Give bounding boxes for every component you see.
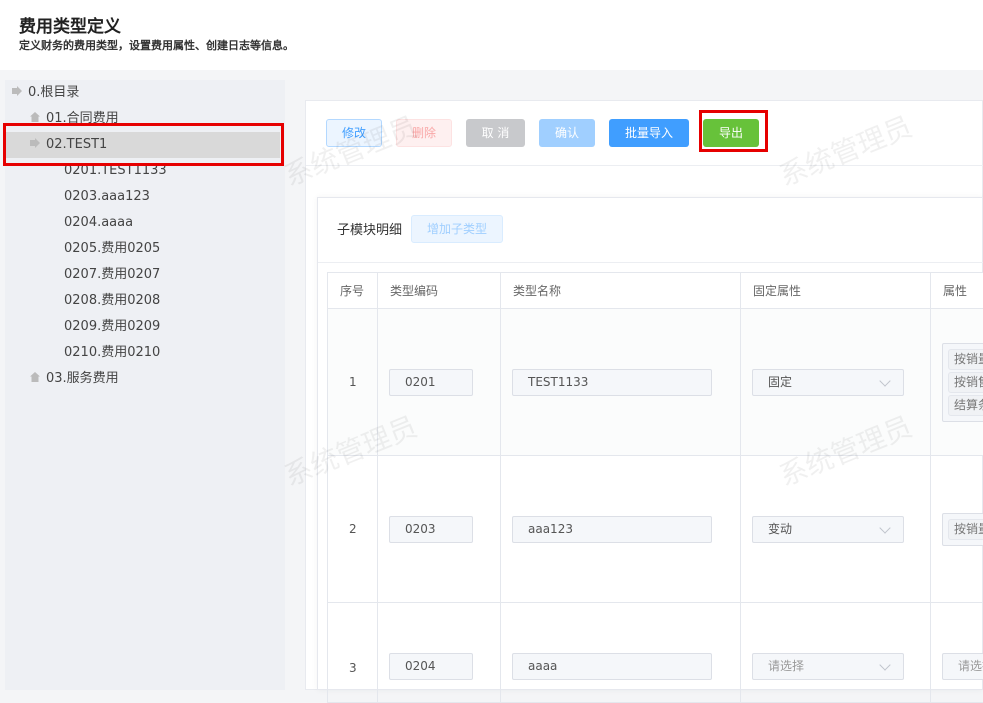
cancel-button[interactable]: 取 消 bbox=[466, 119, 525, 147]
fixed-attr-select[interactable]: 固定 bbox=[752, 369, 904, 396]
col-header-code: 类型编码 bbox=[378, 273, 501, 309]
tree-node-root[interactable]: 0.根目录 bbox=[12, 80, 79, 106]
select-value: 变动 bbox=[768, 522, 792, 536]
tree-node-0208[interactable]: 0208.费用0208 bbox=[64, 288, 160, 314]
fixed-attr-select[interactable]: 变动 bbox=[752, 516, 904, 543]
tree-node-0209[interactable]: 0209.费用0209 bbox=[64, 314, 160, 340]
code-input[interactable]: 0204 bbox=[389, 653, 473, 680]
row-no: 2 bbox=[328, 456, 378, 603]
subtype-table: 序号 类型编码 类型名称 固定属性 属性 1 0201 TEST1133 固定 … bbox=[327, 272, 983, 703]
attr-tag: 按销售 bbox=[948, 372, 983, 393]
name-input[interactable]: aaaa bbox=[512, 653, 712, 680]
code-input[interactable]: 0201 bbox=[389, 369, 473, 396]
attrs-multiselect[interactable]: 按销量 按销售 结算条 bbox=[942, 343, 983, 422]
select-value: 固定 bbox=[768, 375, 792, 389]
divider bbox=[306, 165, 983, 166]
col-header-name: 类型名称 bbox=[501, 273, 741, 309]
submodule-label: 子模块明细 bbox=[337, 219, 402, 238]
tree-node-0204[interactable]: 0204.aaaa bbox=[64, 210, 133, 236]
divider bbox=[318, 262, 983, 263]
page-header: 费用类型定义 定义财务的费用类型，设置费用属性、创建日志等信息。 bbox=[0, 0, 983, 70]
tree-node-0205[interactable]: 0205.费用0205 bbox=[64, 236, 160, 262]
folder-icon bbox=[30, 372, 40, 382]
row-no: 3 bbox=[328, 603, 378, 703]
page-title: 费用类型定义 bbox=[19, 12, 121, 37]
tree-node-label: 0.根目录 bbox=[28, 85, 79, 100]
attr-tag: 按销量 bbox=[948, 519, 983, 540]
col-header-attrs: 属性 bbox=[931, 273, 983, 309]
page-subtitle: 定义财务的费用类型，设置费用属性、创建日志等信息。 bbox=[19, 37, 294, 53]
table-row: 1 0201 TEST1133 固定 按销量 按销售 结算条 bbox=[328, 309, 983, 456]
select-placeholder: 请选择 bbox=[768, 659, 804, 673]
row-no: 1 bbox=[328, 309, 378, 456]
code-input[interactable]: 0203 bbox=[389, 516, 473, 543]
attrs-multiselect[interactable]: 请选择 bbox=[942, 653, 983, 680]
delete-button[interactable]: 删除 bbox=[396, 119, 452, 147]
select-placeholder: 请选择 bbox=[958, 659, 983, 673]
add-subtype-button[interactable]: 增加子类型 bbox=[411, 215, 503, 243]
col-header-fixed: 固定属性 bbox=[741, 273, 931, 309]
tree-node-0207[interactable]: 0207.费用0207 bbox=[64, 262, 160, 288]
tree-node-label: 03.服务费用 bbox=[46, 371, 119, 386]
edit-button[interactable]: 修改 bbox=[326, 119, 382, 147]
highlight-box bbox=[3, 123, 284, 166]
folder-icon bbox=[30, 112, 40, 122]
table-row: 2 0203 aaa123 变动 按销量 bbox=[328, 456, 983, 603]
batch-import-button[interactable]: 批量导入 bbox=[609, 119, 689, 147]
table-header-row: 序号 类型编码 类型名称 固定属性 属性 bbox=[328, 273, 983, 309]
col-header-no: 序号 bbox=[328, 273, 378, 309]
attr-tag: 结算条 bbox=[948, 395, 983, 416]
confirm-button[interactable]: 确认 bbox=[539, 119, 595, 147]
expand-arrow-icon bbox=[12, 86, 22, 96]
name-input[interactable]: aaa123 bbox=[512, 516, 712, 543]
attr-tag: 按销量 bbox=[948, 349, 983, 370]
tree-node-0210[interactable]: 0210.费用0210 bbox=[64, 340, 160, 366]
tree-node-03[interactable]: 03.服务费用 bbox=[30, 366, 119, 392]
fixed-attr-select[interactable]: 请选择 bbox=[752, 653, 904, 680]
highlight-box bbox=[699, 110, 768, 152]
table-row: 3 0204 aaaa 请选择 请选择 bbox=[328, 603, 983, 703]
tree-node-0203[interactable]: 0203.aaa123 bbox=[64, 184, 150, 210]
attrs-multiselect[interactable]: 按销量 bbox=[942, 513, 983, 546]
name-input[interactable]: TEST1133 bbox=[512, 369, 712, 396]
